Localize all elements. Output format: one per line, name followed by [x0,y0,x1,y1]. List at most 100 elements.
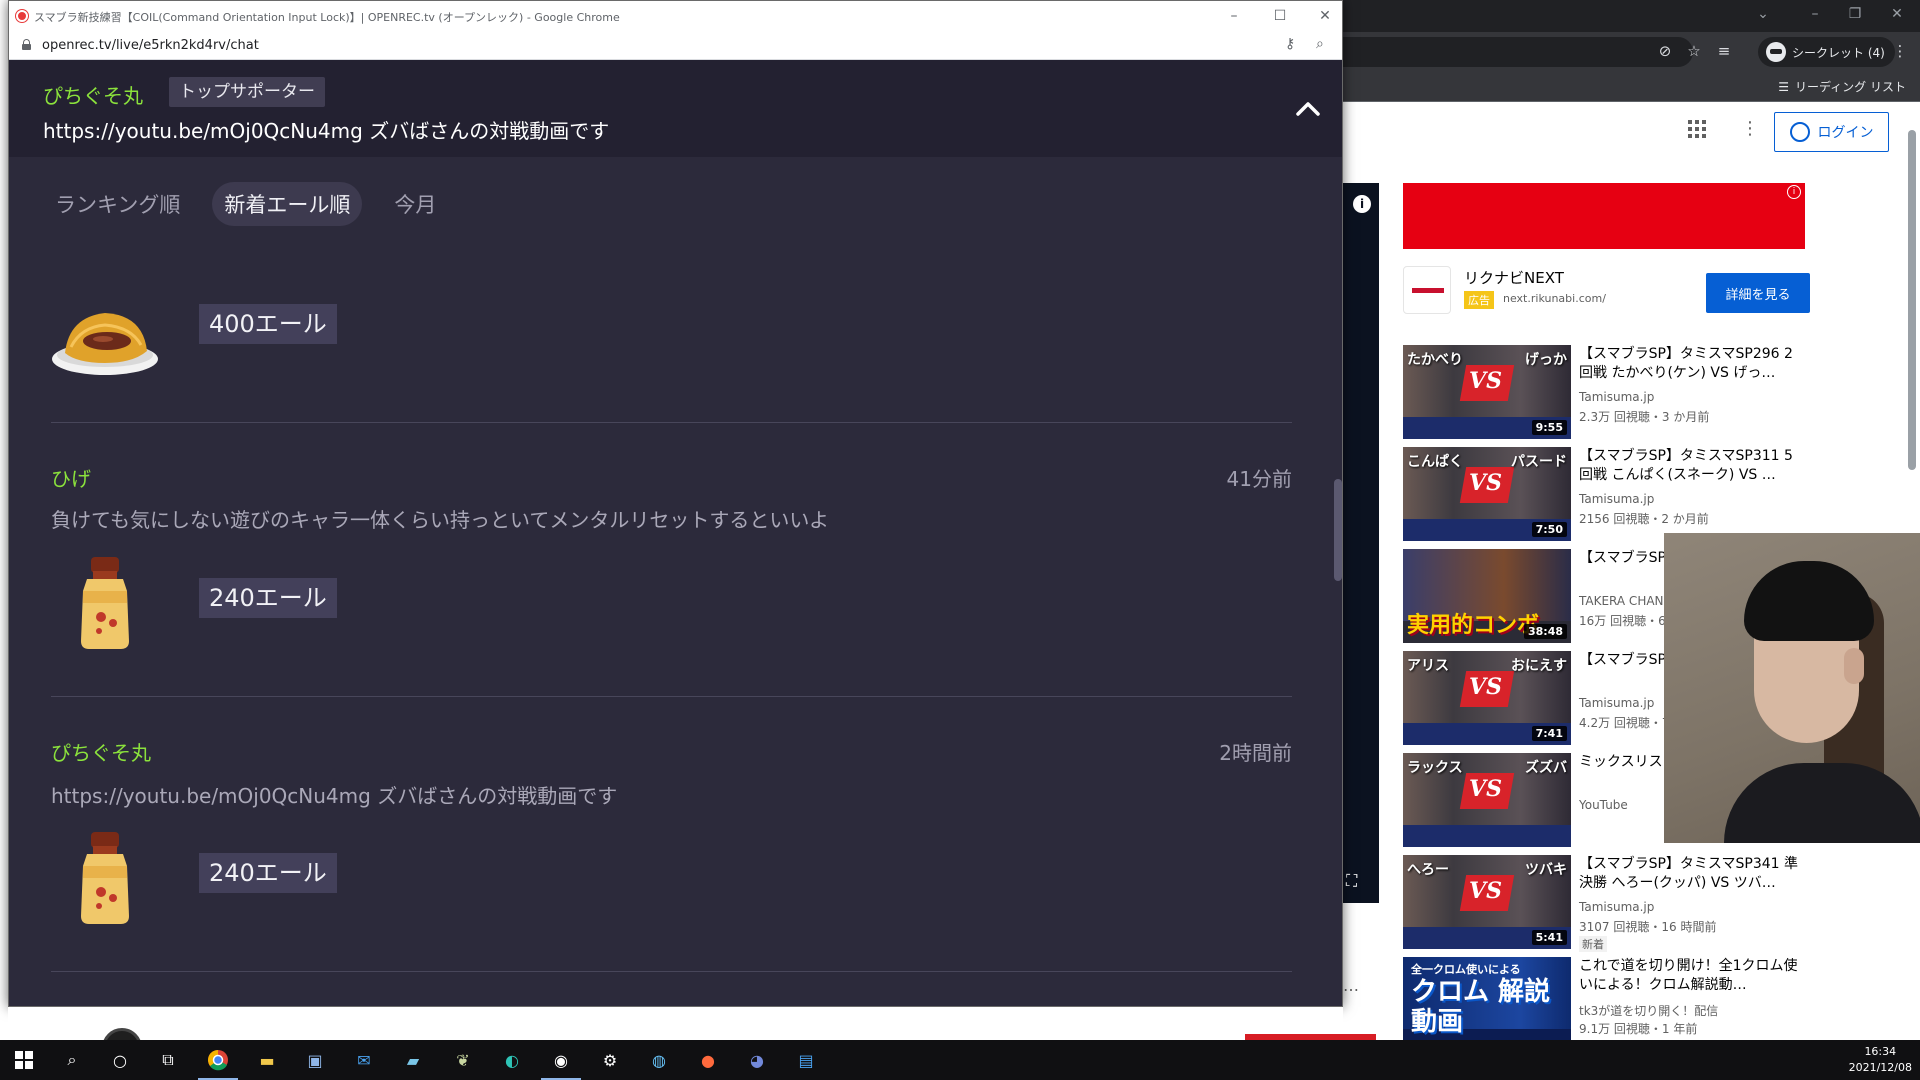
clock-date: 2021/12/08 [1848,1061,1912,1074]
video-title[interactable]: これで道を切り開け！全1クロム使いによる！クロム解説動… [1579,957,1804,995]
search-icon[interactable]: ⌕ [60,1048,84,1072]
video-thumbnail[interactable]: VS へろー ツバキ 5:41 [1403,855,1571,949]
ad-title[interactable]: リクナビNEXT [1464,267,1564,288]
fullscreen-icon[interactable]: ⛶ [1346,871,1357,891]
cortana-icon[interactable]: ○ [108,1048,132,1072]
recommendation-item[interactable]: 全一クロム使いによる クロム 解説動画 これで道を切り開け！全1クロム使いによる… [1403,957,1823,1053]
video-thumbnail[interactable]: VS アリス おにえす 7:41 [1403,651,1571,745]
video-thumbnail[interactable]: 全一クロム使いによる クロム 解説動画 [1403,957,1571,1051]
new-badge: 新着 [1579,936,1607,952]
minimize-icon[interactable]: – [1219,5,1249,27]
background-scrollbar[interactable] [1908,130,1916,470]
settings-gear-icon[interactable]: ⚙ [598,1048,622,1072]
photos-icon[interactable]: ▤ [794,1048,818,1072]
yell-username[interactable]: ぴちぐそ丸 [51,737,151,766]
chat-scrollbar[interactable] [1334,479,1342,581]
incognito-badge[interactable]: シークレット (4) [1758,37,1895,67]
background-omnibox[interactable] [1343,37,1693,67]
eye-off-icon[interactable]: ⊘ [1655,42,1675,60]
video-title[interactable]: 【スマブラSP】タミスマSP341 準決勝 へろー(クッパ) VS ツバ… [1579,855,1804,893]
game-app-icon[interactable]: ❦ [451,1048,475,1072]
ad-logo[interactable] [1403,266,1451,314]
media-queue-icon[interactable]: ≡ [1714,42,1734,60]
video-duration: 7:41 [1531,726,1567,741]
divider [51,422,1292,423]
star-icon[interactable]: ☆ [1684,42,1704,60]
tab-newest-yell[interactable]: 新着エール順 [212,182,363,226]
pinned-username[interactable]: ぴちぐそ丸 [43,80,143,109]
ad-cta-button[interactable]: 詳細を見る [1706,273,1810,313]
tab-this-month[interactable]: 今月 [382,182,448,226]
close-icon[interactable]: ✕ [1310,5,1340,27]
info-icon[interactable]: i [1353,195,1371,213]
thumb-left-name: へろー [1407,862,1449,878]
openrec-favicon-icon [16,10,28,22]
popup-url[interactable]: openrec.tv/live/e5rkn2kd4rv/chat [42,38,259,53]
more-actions-icon[interactable]: … [1343,976,1359,995]
game-launcher-icon[interactable]: ● [696,1048,720,1072]
close-icon[interactable]: ✕ [1885,6,1909,22]
discord-icon[interactable]: ◕ [745,1048,769,1072]
chevron-up-icon[interactable] [1295,96,1321,122]
recommendation-item[interactable]: VS こんぱく パスード 7:50 【スマブラSP】タミスマSP311 5回戦 こ… [1403,447,1823,543]
top-supporter-badge: トップサポーター [169,77,325,107]
steam-icon[interactable]: ◍ [647,1048,671,1072]
video-duration: 5:41 [1531,930,1567,945]
chat-popup-window: スマブラ新技練習【COIL(Command Orientation Input … [8,0,1343,1007]
webcam-overlay [1664,533,1920,843]
video-thumbnail[interactable]: VS こんぱく パスード 7:50 [1403,447,1571,541]
yell-amount: 240エール [199,853,337,893]
yell-amount: 240エール [199,578,337,618]
task-view-icon[interactable]: ⧉ [156,1048,180,1072]
store-icon[interactable]: ▣ [303,1048,327,1072]
login-button[interactable]: ログイン [1774,112,1889,152]
bookmarks-bar: ☰ リーディング リスト [1343,72,1920,102]
file-explorer-icon[interactable]: ▬ [255,1048,279,1072]
ad-row: リクナビNEXT 広告 next.rikunabi.com/ 詳細を見る [1403,263,1810,315]
video-duration: 38:48 [1523,624,1567,639]
video-channel: YouTube [1579,798,1628,812]
recommendation-item[interactable]: VS たかべり げっか 9:55 【スマブラSP】タミスマSP296 2回戦 たか… [1403,345,1823,441]
recommendation-item[interactable]: VS へろー ツバキ 5:41 【スマブラSP】タミスマSP341 準決勝 へろー… [1403,855,1823,952]
key-icon[interactable]: ⚷ [1285,36,1295,52]
zoom-icon[interactable]: ⌕ [1316,36,1324,52]
video-meta: 16万 回視聴・6 [1579,614,1666,628]
obs-icon[interactable]: ◉ [549,1048,573,1072]
video-meta: 3107 回視聴・16 時間前 [1579,920,1717,934]
yell-username[interactable]: ひげ [51,463,91,492]
menu-kebab-icon[interactable]: ⋮ [1890,42,1910,60]
popup-titlebar[interactable]: スマブラ新技練習【COIL(Command Orientation Input … [9,1,1342,31]
maximize-icon[interactable]: ☐ [1265,5,1295,27]
system-clock[interactable]: 16:34 2021/12/08 [1849,1044,1912,1076]
chrome-icon[interactable] [206,1048,230,1072]
video-meta: 9.1万 回視聴・1 年前 [1579,1022,1698,1036]
minimize-icon[interactable]: – [1803,6,1827,22]
popup-address-bar[interactable]: openrec.tv/live/e5rkn2kd4rv/chat ⚷ ⌕ [9,31,1342,60]
tab-search-icon[interactable]: ⌄ [1751,6,1775,22]
ad-info-icon[interactable]: i [1787,185,1801,199]
notes-icon[interactable]: ▰ [401,1048,425,1072]
restore-icon[interactable]: ❐ [1843,6,1867,22]
edge-icon[interactable]: ◐ [500,1048,524,1072]
tab-ranking[interactable]: ランキング順 [43,182,192,226]
video-title[interactable]: 【スマブラSP】タミスマSP296 2回戦 たかべり(ケン) VS げっ… [1579,345,1804,383]
apps-grid-icon[interactable] [1688,120,1706,138]
pinned-message: ぴちぐそ丸 トップサポーター https://youtu.be/mOj0QcNu… [9,60,1342,157]
lock-icon[interactable] [22,39,31,50]
video-meta: 4.2万 回視聴・7 [1579,716,1670,730]
thumb-left-name: ラックス [1407,760,1463,776]
ad-banner[interactable]: i [1403,183,1805,249]
reading-list-button[interactable]: ☰ リーディング リスト [1778,78,1906,95]
settings-kebab-icon[interactable]: ⋮ [1741,118,1759,139]
mail-icon[interactable]: ✉ [352,1048,376,1072]
video-player-edge[interactable]: i ⛶ [1343,183,1379,903]
video-meta: 2156 回視聴・2 か月前 [1579,512,1709,526]
video-duration: 7:50 [1531,522,1567,537]
video-thumbnail[interactable]: VS ラックス ズズバ [1403,753,1571,847]
clock-time: 16:34 [1864,1045,1897,1058]
yell-message: https://youtu.be/mOj0QcNu4mg ズバばさんの対戦動画で… [51,784,618,808]
start-button[interactable] [12,1048,36,1072]
video-title[interactable]: 【スマブラSP】タミスマSP311 5回戦 こんぱく(スネーク) VS … [1579,447,1804,485]
video-thumbnail[interactable]: VS たかべり げっか 9:55 [1403,345,1571,439]
video-thumbnail[interactable]: 実用的コンボ 38:48 [1403,549,1571,643]
